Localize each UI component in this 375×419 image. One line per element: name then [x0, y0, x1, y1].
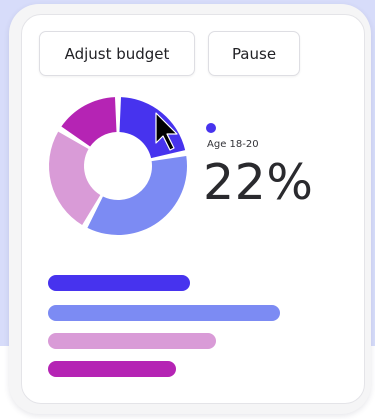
- breakdown-bar-2[interactable]: [48, 305, 280, 321]
- pause-button[interactable]: Pause: [208, 31, 300, 76]
- breakdown-bar-3[interactable]: [48, 333, 216, 349]
- adjust-budget-button[interactable]: Adjust budget: [39, 31, 195, 76]
- breakdown-bar-4[interactable]: [48, 361, 176, 377]
- legend-dot: [206, 123, 216, 133]
- breakdown-bar-1[interactable]: [48, 275, 190, 291]
- highlight-percent: 22%: [203, 154, 314, 211]
- legend-label: Age 18-20: [207, 139, 259, 150]
